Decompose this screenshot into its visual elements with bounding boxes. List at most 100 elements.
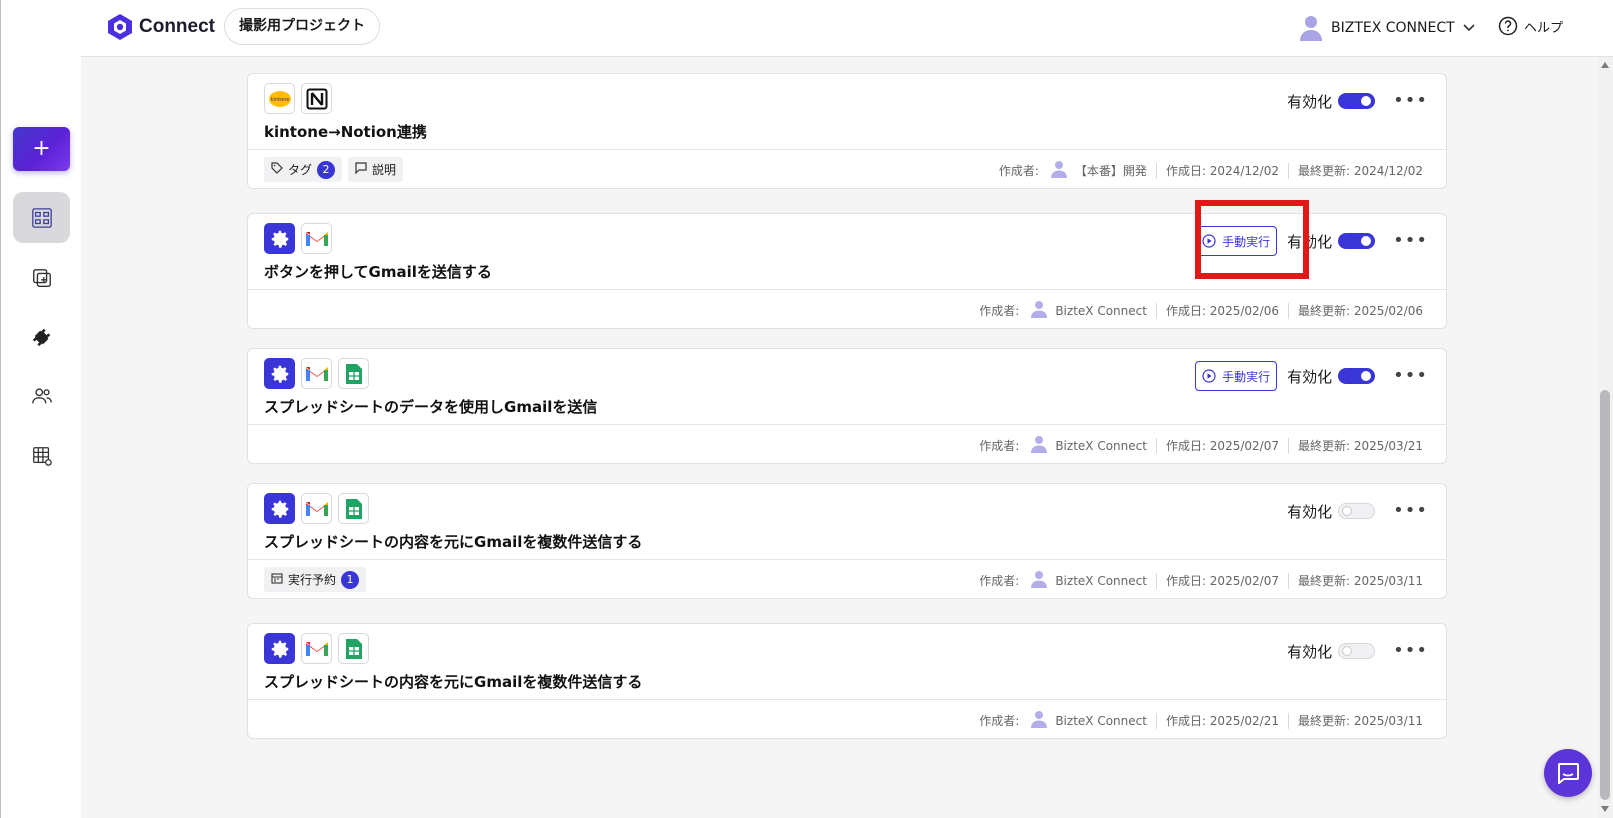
divider	[1155, 572, 1157, 589]
enable-toggle[interactable]	[1338, 643, 1376, 659]
chip-group: 実行予約 1	[264, 567, 367, 592]
gmail-icon	[301, 358, 332, 389]
more-options-icon[interactable]: •••	[1393, 502, 1428, 520]
brand-logo[interactable]: Connect	[107, 12, 215, 42]
sheets-icon	[338, 358, 369, 389]
divider	[1287, 302, 1289, 319]
annotation-highlight-box	[1195, 200, 1309, 279]
avatar	[1300, 16, 1322, 41]
more-options-icon[interactable]: •••	[1393, 367, 1428, 385]
enable-label: 有効化	[1287, 502, 1333, 521]
flow-card[interactable]: スプレッドシートの内容を元にGmailを複数件送信する 有効化 ••• 実行予約 1 作成…	[247, 483, 1447, 599]
chip-comment[interactable]: 説明	[348, 157, 404, 182]
sheets-icon	[338, 493, 369, 524]
more-options-icon[interactable]: •••	[1393, 642, 1428, 660]
scroll-up-arrow[interactable]	[1601, 62, 1609, 68]
more-options-icon[interactable]: •••	[1393, 232, 1428, 250]
plug-icon	[32, 328, 50, 346]
scroll-down-arrow[interactable]	[1601, 806, 1609, 812]
created-date: 作成日: 2025/02/21	[1165, 714, 1279, 728]
copy-add-icon	[32, 268, 51, 287]
divider	[1155, 437, 1157, 454]
chip-tag[interactable]: タグ 2	[264, 157, 343, 182]
divider	[1155, 162, 1157, 179]
flow-actions: 有効化 •••	[1287, 496, 1428, 526]
toggle-knob	[1342, 646, 1353, 656]
flow-card[interactable]: kintone kintone→Notion連携 有効化 ••• タグ 2 説明 作成者: 【本…	[247, 73, 1447, 189]
flow-card-header: スプレッドシートの内容を元にGmailを複数件送信する 有効化 •••	[248, 484, 1446, 560]
updated-date: 最終更新: 2025/03/11	[1297, 574, 1423, 588]
scrollbar-thumb[interactable]	[1600, 390, 1610, 800]
flow-card-header: kintone kintone→Notion連携 有効化 •••	[248, 74, 1446, 150]
flow-card-footer: 作成者: BizteX Connect 作成日: 2025/02/07 最終更新: 2…	[248, 425, 1446, 463]
divider	[1287, 437, 1289, 454]
enable-label: 有効化	[1287, 92, 1333, 111]
flow-meta: 作成者: BizteX Connect 作成日: 2025/02/07 最終更新: 2…	[979, 435, 1423, 456]
gear-icon	[264, 358, 295, 389]
sidebar-item-members[interactable]	[13, 370, 70, 421]
manual-run-button[interactable]: 手動実行	[1195, 361, 1278, 391]
top-header: Connect 撮影用プロジェクト BIZTEX CONNECT ヘルプ	[81, 0, 1613, 57]
chip-label: 説明	[372, 163, 397, 177]
flow-meta: 作成者: 【本番】開発 作成日: 2024/12/02 最終更新: 2024/12/0…	[999, 160, 1423, 181]
creator-name: BizteX Connect	[1055, 303, 1147, 318]
flow-card-footer: タグ 2 説明 作成者: 【本番】開発 作成日: 2024/12/02 最終更新: 2024…	[248, 150, 1446, 188]
sidebar-item-templates[interactable]	[13, 252, 70, 303]
flow-title[interactable]: スプレッドシートのデータを使用しGmailを送信	[264, 396, 597, 417]
gmail-icon	[301, 633, 332, 664]
enable-toggle[interactable]	[1338, 503, 1376, 519]
gmail-icon	[301, 493, 332, 524]
chip-label: 実行予約	[288, 573, 337, 587]
app-page: + Connect 撮影用プロジェクト BIZTEX CONNECT ヘルプ k…	[0, 0, 1613, 818]
creator-prefix: 作成者:	[979, 439, 1020, 453]
flow-card[interactable]: スプレッドシートの内容を元にGmailを複数件送信する 有効化 ••• 作成者: Biz…	[247, 623, 1447, 739]
kintone-icon: kintone	[264, 83, 295, 114]
app-icon-group	[264, 358, 369, 389]
play-icon	[1202, 369, 1216, 383]
manual-run-label: 手動実行	[1222, 369, 1271, 384]
created-date: 作成日: 2024/12/02	[1165, 164, 1279, 178]
gmail-icon	[301, 223, 332, 254]
enable-toggle[interactable]	[1338, 93, 1376, 109]
more-options-icon[interactable]: •••	[1393, 92, 1428, 110]
flow-card-footer: 作成者: BizteX Connect 作成日: 2025/02/21 最終更新: 2…	[248, 700, 1446, 738]
avatar	[1050, 161, 1067, 178]
sheets-icon	[338, 633, 369, 664]
creator-avatar	[1031, 435, 1048, 456]
toggle-knob	[1361, 96, 1372, 106]
enable-toggle[interactable]	[1338, 368, 1376, 384]
flow-title[interactable]: ボタンを押してGmailを送信する	[264, 261, 492, 282]
flow-title[interactable]: スプレッドシートの内容を元にGmailを複数件送信する	[264, 671, 642, 692]
divider	[1287, 572, 1289, 589]
users-icon	[31, 387, 52, 403]
flow-card[interactable]: スプレッドシートのデータを使用しGmailを送信 手動実行 有効化 ••• 作成者: Bi…	[247, 348, 1447, 464]
chevron-down-icon	[1463, 24, 1475, 32]
created-date: 作成日: 2025/02/07	[1165, 439, 1279, 453]
chat-support-button[interactable]	[1544, 749, 1592, 797]
flow-actions: 有効化 •••	[1287, 636, 1428, 666]
sidebar-item-flows[interactable]	[13, 192, 70, 243]
enable-toggle[interactable]	[1338, 233, 1376, 249]
calendar-icon	[271, 572, 283, 587]
flow-card-header: スプレッドシートのデータを使用しGmailを送信 手動実行 有効化 •••	[248, 349, 1446, 425]
user-menu[interactable]: BIZTEX CONNECT	[1299, 13, 1475, 43]
project-selector[interactable]: 撮影用プロジェクト	[224, 8, 380, 45]
avatar	[1031, 571, 1048, 588]
flow-meta: 作成者: BizteX Connect 作成日: 2025/02/21 最終更新: 2…	[979, 710, 1423, 731]
create-flow-button[interactable]: +	[13, 127, 70, 171]
chip-calendar[interactable]: 実行予約 1	[264, 567, 367, 592]
sidebar-item-tables[interactable]	[13, 430, 70, 481]
divider	[1287, 712, 1289, 729]
creator-name: BizteX Connect	[1055, 713, 1147, 728]
gear-icon	[264, 223, 295, 254]
created-date: 作成日: 2025/02/06	[1165, 304, 1279, 318]
sidebar-item-connections[interactable]	[13, 311, 70, 362]
help-link[interactable]: ヘルプ	[1498, 16, 1563, 36]
creator-avatar	[1031, 300, 1048, 321]
avatar	[1031, 436, 1048, 453]
creator-avatar	[1050, 160, 1067, 181]
divider	[1155, 302, 1157, 319]
svg-text:kintone: kintone	[270, 97, 289, 103]
flow-title[interactable]: スプレッドシートの内容を元にGmailを複数件送信する	[264, 531, 642, 552]
flow-title[interactable]: kintone→Notion連携	[264, 121, 427, 142]
